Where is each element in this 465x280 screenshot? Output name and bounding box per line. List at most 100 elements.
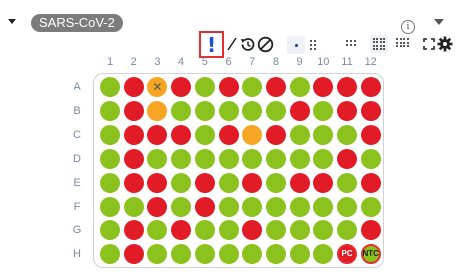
well-D2[interactable] — [123, 148, 144, 169]
well-H12[interactable]: NTC — [360, 244, 381, 265]
well-C2[interactable] — [123, 124, 144, 145]
well-F2[interactable] — [123, 196, 144, 217]
well-F1[interactable] — [100, 196, 120, 217]
well-D10[interactable] — [313, 148, 334, 169]
well-B1[interactable] — [100, 100, 120, 121]
well-F12[interactable] — [360, 196, 381, 217]
well-F5[interactable] — [194, 196, 215, 217]
column-label: 6 — [225, 56, 232, 68]
well-E9[interactable] — [289, 172, 310, 193]
well-B11[interactable] — [337, 100, 357, 121]
well-D4[interactable] — [171, 148, 192, 169]
column-label: 9 — [296, 56, 303, 68]
dot-size-3-icon[interactable] — [346, 40, 356, 46]
well-C5[interactable] — [194, 124, 215, 145]
well-F10[interactable] — [313, 196, 334, 217]
well-D11[interactable] — [337, 148, 357, 169]
well-D3[interactable] — [147, 148, 168, 169]
well-E6[interactable] — [218, 172, 239, 193]
well-E11[interactable] — [337, 172, 357, 193]
well-D8[interactable] — [265, 148, 286, 169]
well-C11[interactable] — [337, 124, 357, 145]
dot-size-1-icon — [294, 43, 298, 47]
well-H2[interactable] — [123, 244, 144, 265]
well-C4[interactable] — [171, 124, 192, 145]
well-F7[interactable] — [242, 196, 263, 217]
well-D9[interactable] — [289, 148, 310, 169]
well-B6[interactable] — [218, 100, 239, 121]
well-B12[interactable] — [360, 100, 381, 121]
well-E8[interactable] — [265, 172, 286, 193]
well-H5[interactable] — [194, 244, 215, 265]
well-E2[interactable] — [123, 172, 144, 193]
history-icon[interactable] — [239, 36, 256, 53]
dot-size-1-button[interactable] — [287, 36, 305, 54]
well-A5[interactable] — [194, 77, 215, 97]
well-E12[interactable] — [360, 172, 381, 193]
well-A1[interactable] — [100, 77, 120, 97]
grid-384-icon[interactable] — [396, 38, 409, 47]
grid-96-button[interactable] — [370, 35, 388, 53]
well-C1[interactable] — [100, 124, 120, 145]
well-D6[interactable] — [218, 148, 239, 169]
well-C6[interactable] — [218, 124, 239, 145]
row-label: A — [73, 81, 81, 93]
row-label: F — [73, 200, 81, 213]
well-A4[interactable] — [171, 77, 192, 97]
well-F9[interactable] — [289, 196, 310, 217]
assay-label-badge: SARS-CoV-2 — [31, 14, 123, 32]
well-F6[interactable] — [218, 196, 239, 217]
well-H9[interactable] — [289, 244, 310, 265]
control-label: PC — [341, 249, 353, 259]
well-G2[interactable] — [123, 220, 144, 241]
well-G9[interactable] — [289, 220, 310, 241]
well-A6[interactable] — [218, 77, 239, 97]
well-C10[interactable] — [313, 124, 334, 145]
well-E10[interactable] — [313, 172, 334, 193]
well-B7[interactable] — [242, 100, 263, 121]
well-A12[interactable] — [360, 77, 381, 97]
well-E7[interactable] — [242, 172, 263, 193]
grid-96-icon — [372, 37, 386, 51]
well-B8[interactable] — [265, 100, 286, 121]
well-C8[interactable] — [265, 124, 286, 145]
well-C7[interactable] — [242, 124, 263, 145]
well-G6[interactable] — [218, 220, 239, 241]
well-E4[interactable] — [171, 172, 192, 193]
gear-icon[interactable] — [437, 36, 453, 52]
well-H6[interactable] — [218, 244, 239, 265]
well-B5[interactable] — [194, 100, 215, 121]
well-D12[interactable] — [360, 148, 381, 169]
well-B2[interactable] — [123, 100, 144, 121]
well-A8[interactable] — [265, 77, 286, 97]
expand-caret-icon[interactable] — [8, 19, 16, 24]
well-A2[interactable] — [123, 77, 144, 97]
well-F3[interactable] — [147, 196, 168, 217]
dot-size-2-icon[interactable] — [310, 40, 316, 50]
well-C12[interactable] — [360, 124, 381, 145]
well-G12[interactable] — [360, 220, 381, 241]
well-F11[interactable] — [337, 196, 357, 217]
well-B4[interactable] — [171, 100, 192, 121]
column-label: 2 — [130, 56, 137, 68]
well-E1[interactable] — [100, 172, 120, 193]
well-F4[interactable] — [171, 196, 192, 217]
well-A9[interactable] — [289, 77, 310, 97]
well-B9[interactable] — [289, 100, 310, 121]
well-D5[interactable] — [194, 148, 215, 169]
well-E3[interactable] — [147, 172, 168, 193]
well-A11[interactable] — [337, 77, 357, 97]
column-label: 5 — [201, 56, 208, 68]
well-C9[interactable] — [289, 124, 310, 145]
dropdown-arrow-icon[interactable] — [434, 19, 444, 25]
line-icon[interactable] — [227, 37, 237, 51]
fullscreen-icon[interactable] — [423, 38, 435, 50]
well-F8[interactable] — [265, 196, 286, 217]
info-icon[interactable]: i — [401, 20, 415, 34]
column-label: 3 — [154, 56, 161, 68]
disable-icon[interactable] — [257, 36, 274, 53]
well-E5[interactable] — [194, 172, 215, 193]
well-D1[interactable] — [100, 148, 120, 169]
alert-icon[interactable]: ! — [199, 31, 224, 58]
well-D7[interactable] — [242, 148, 263, 169]
